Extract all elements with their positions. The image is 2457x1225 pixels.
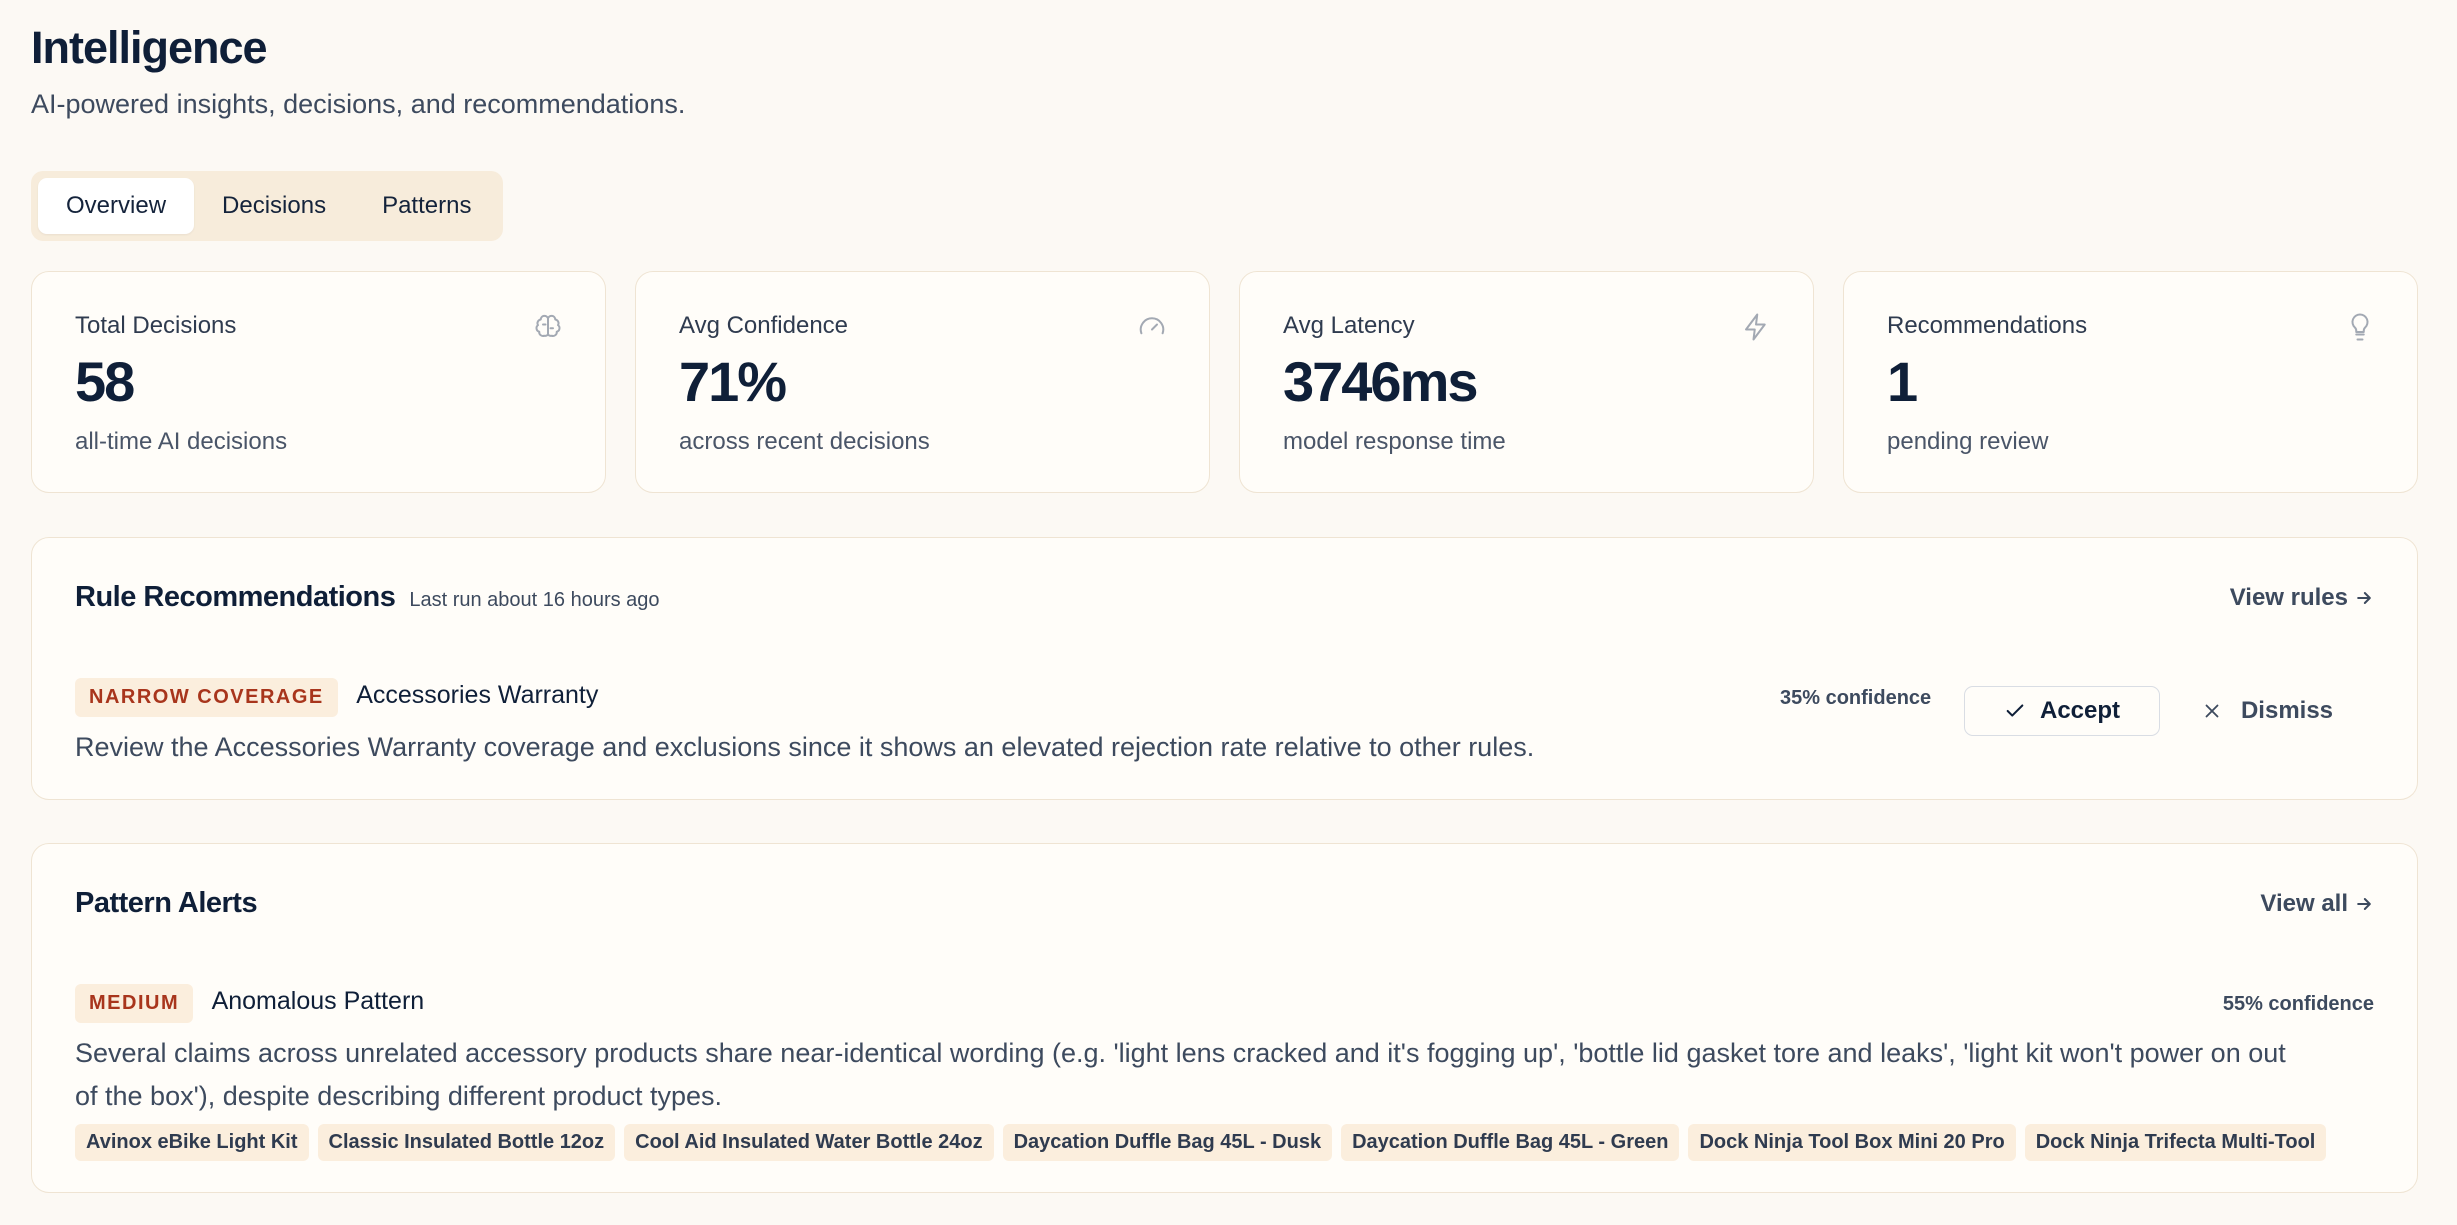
lightbulb-icon: [2345, 312, 2375, 342]
panel-header: Pattern Alerts: [75, 887, 258, 920]
view-rules-label: View rules: [2229, 584, 2348, 611]
recommendation-title: Accessories Warranty: [356, 681, 599, 709]
intelligence-page: Intelligence AI-powered insights, decisi…: [0, 0, 2457, 1225]
arrow-right-icon: [2357, 592, 2371, 604]
recommendation-description: Review the Accessories Warranty coverage…: [75, 732, 1535, 762]
close-icon: [2205, 704, 2219, 718]
page-subtitle: AI-powered insights, decisions, and reco…: [31, 89, 686, 119]
product-tag: Dock Ninja Trifecta Multi-Tool: [2024, 1124, 2327, 1161]
lightning-icon: [1741, 312, 1771, 342]
arrow-right-icon: [2357, 898, 2371, 910]
stat-card-recommendations: Recommendations 1 pending review: [1843, 271, 2418, 493]
tab-patterns[interactable]: Patterns: [354, 178, 499, 234]
stat-value: 3746ms: [1283, 350, 1479, 413]
category-badge: NARROW COVERAGE: [75, 678, 338, 717]
stat-value: 58: [75, 350, 135, 413]
pattern-description-line: Several claims across unrelated accessor…: [75, 1038, 2286, 1068]
pattern-alerts-panel: Pattern Alerts View all MEDIUM Anomalous…: [31, 843, 2418, 1193]
stat-value: 71%: [679, 350, 787, 413]
product-tag: Classic Insulated Bottle 12oz: [317, 1124, 616, 1161]
stat-label: Avg Latency: [1283, 312, 1415, 339]
last-run-text: Last run about 16 hours ago: [409, 589, 660, 611]
stat-card-avg-confidence: Avg Confidence 71% across recent decisio…: [635, 271, 1210, 493]
rule-recommendations-panel: Rule Recommendations Last run about 16 h…: [31, 537, 2418, 800]
stat-card-avg-latency: Avg Latency 3746ms model response time: [1239, 271, 1814, 493]
product-tag: Daycation Duffle Bag 45L - Green: [1341, 1124, 1680, 1161]
confidence-text: 55% confidence: [2222, 993, 2374, 1015]
pattern-description-line: of the box'), despite describing differe…: [75, 1081, 723, 1111]
stat-card-total-decisions: Total Decisions 58 all-time AI decisions: [31, 271, 606, 493]
product-tag: Cool Aid Insulated Water Bottle 24oz: [624, 1124, 994, 1161]
brain-icon: [533, 312, 563, 342]
page-title: Intelligence: [31, 22, 268, 73]
stat-description: all-time AI decisions: [75, 428, 288, 455]
tab-overview[interactable]: Overview: [38, 178, 195, 234]
product-tag: Daycation Duffle Bag 45L - Dusk: [1002, 1124, 1333, 1161]
stat-description: model response time: [1283, 428, 1506, 455]
severity-badge: MEDIUM: [75, 984, 194, 1023]
pattern-description: Several claims across unrelated accessor…: [75, 1032, 2374, 1118]
stat-description: pending review: [1887, 428, 2049, 455]
stat-label: Total Decisions: [75, 312, 237, 339]
view-all-link[interactable]: View all: [2260, 890, 2374, 918]
pattern-item: MEDIUM Anomalous Pattern: [75, 984, 2374, 1023]
gauge-icon: [1137, 312, 1167, 342]
view-rules-link[interactable]: View rules: [2230, 584, 2374, 612]
stat-label: Recommendations: [1887, 312, 2088, 339]
panel-title: Pattern Alerts: [75, 887, 258, 919]
stat-description: across recent decisions: [679, 428, 930, 455]
product-tags: Avinox eBike Light Kit Classic Insulated…: [75, 1124, 2327, 1161]
confidence-text: 35% confidence: [1780, 687, 1932, 709]
panel-header: Rule Recommendations Last run about 16 h…: [75, 581, 660, 614]
view-all-label: View all: [2260, 890, 2348, 917]
stat-label: Avg Confidence: [679, 312, 849, 339]
stats-row: Total Decisions 58 all-time AI decisions…: [31, 271, 2418, 493]
tab-decisions[interactable]: Decisions: [194, 178, 354, 234]
panel-title: Rule Recommendations: [75, 581, 396, 613]
product-tag: Dock Ninja Tool Box Mini 20 Pro: [1688, 1124, 2016, 1161]
product-tag: Avinox eBike Light Kit: [75, 1124, 309, 1161]
stat-value: 1: [1887, 350, 1918, 413]
pattern-title: Anomalous Pattern: [211, 987, 425, 1015]
check-icon: [2006, 704, 2024, 717]
dismiss-label: Dismiss: [2240, 697, 2334, 724]
accept-label: Accept: [2039, 697, 2121, 724]
tab-bar: Overview Decisions Patterns: [31, 171, 503, 241]
